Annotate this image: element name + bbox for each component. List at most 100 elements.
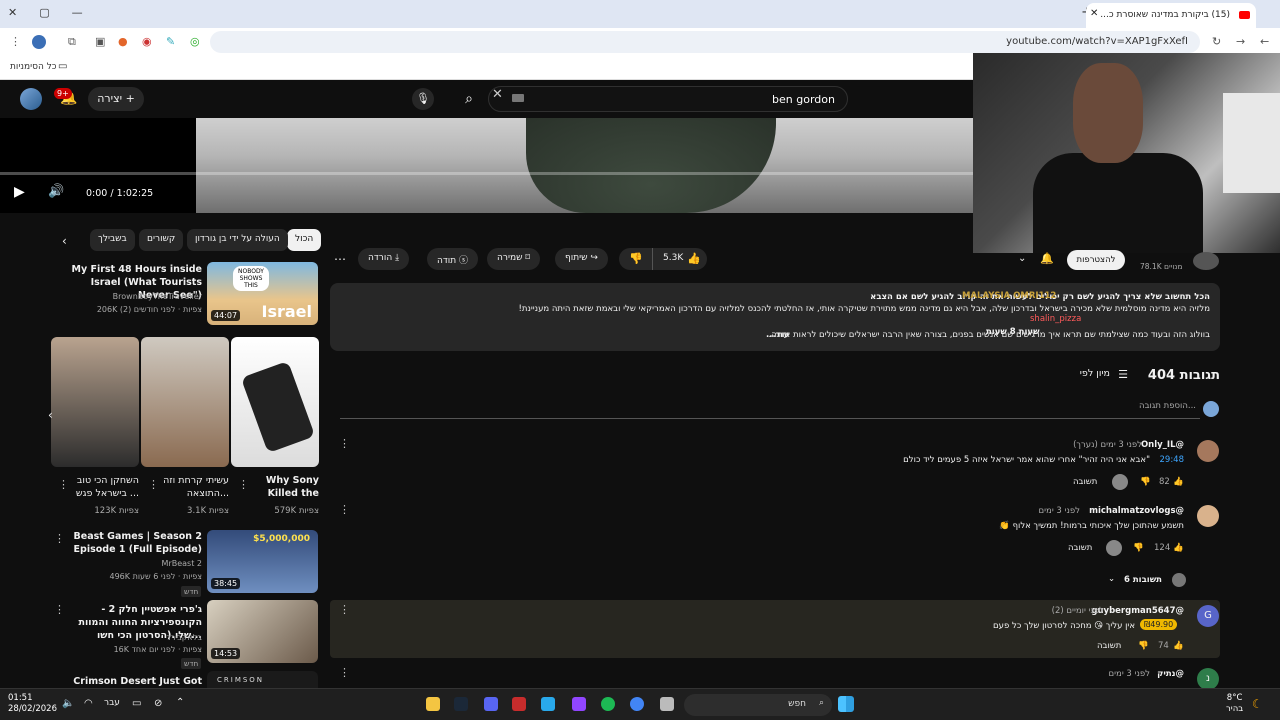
- avatar[interactable]: [20, 88, 42, 110]
- more-kebab-icon[interactable]: ⋮: [148, 478, 159, 491]
- subscribe-button[interactable]: להצטרפות: [1067, 250, 1125, 270]
- sort-by-button[interactable]: מיון לפי: [1080, 368, 1110, 379]
- extensions-icon[interactable]: ⧉: [68, 35, 76, 49]
- comment-author[interactable]: @michalmatzovlogs: [1089, 506, 1184, 516]
- search-icon[interactable]: ⌕: [452, 86, 486, 112]
- browser-tab[interactable]: (15) ביקורת במדינה שאוסרת כ... ✕: [1086, 3, 1256, 28]
- short-title[interactable]: עשיתי קרחת וזה התוצאה...: [162, 474, 229, 500]
- show-more-link[interactable]: ...עוד: [766, 330, 789, 340]
- battery-icon[interactable]: ▭: [132, 698, 141, 709]
- weather-widget[interactable]: 8°C בהיר: [1226, 693, 1243, 715]
- video-title[interactable]: Beast Games | Season 2 Episode 1 (Full E…: [70, 530, 202, 556]
- chevron-left-icon[interactable]: ‹: [48, 408, 53, 422]
- channel-avatar[interactable]: [1193, 252, 1219, 270]
- more-kebab-icon[interactable]: ⋮: [238, 478, 249, 491]
- search-input[interactable]: ben gordon: [488, 86, 848, 112]
- share-button[interactable]: שיתוף ↪: [555, 248, 608, 270]
- more-kebab-icon[interactable]: ⋮: [58, 478, 69, 491]
- extension-icon[interactable]: ◉: [142, 35, 152, 48]
- save-button[interactable]: שמירה ⌑: [487, 248, 540, 270]
- video-channel[interactable]: MrBeast 2: [70, 559, 202, 568]
- language-indicator[interactable]: עבר: [104, 698, 120, 708]
- thanks-button[interactable]: תודה ⓢ: [427, 248, 479, 270]
- minimize-window-icon[interactable]: —: [72, 6, 83, 19]
- view-replies-button[interactable]: 6 תשובות: [1124, 575, 1162, 585]
- like-icon[interactable]: 👍: [687, 252, 701, 265]
- like-icon[interactable]: 👍: [1173, 641, 1184, 651]
- reload-icon[interactable]: ↻: [1212, 35, 1221, 48]
- twitch-icon[interactable]: [572, 697, 586, 711]
- video-thumbnail[interactable]: Israel NOBODY SHOWS THIS 44:07: [207, 262, 318, 325]
- spotify-icon[interactable]: [601, 697, 615, 711]
- app-icon[interactable]: [512, 697, 526, 711]
- comment-timestamp-link[interactable]: 29:48: [1160, 455, 1185, 465]
- windows-start-icon[interactable]: [838, 696, 854, 712]
- taskbar-search[interactable]: חפש ⌕: [684, 694, 832, 716]
- extension-icon[interactable]: ▣: [95, 35, 105, 48]
- comment-author[interactable]: @guybergman5647: [1091, 606, 1184, 616]
- video-thumbnail[interactable]: 14:53: [207, 600, 318, 663]
- chevron-down-icon[interactable]: ⌄: [1018, 253, 1026, 264]
- video-thumbnail[interactable]: CRIMSON: [207, 671, 318, 688]
- like-count[interactable]: 5.3K: [663, 253, 683, 263]
- more-kebab-icon[interactable]: ⋮: [339, 503, 350, 516]
- short-thumbnail[interactable]: [141, 337, 229, 467]
- chip-for-you[interactable]: בשבילך: [90, 229, 135, 251]
- notes-app-icon[interactable]: [426, 697, 440, 711]
- more-actions-icon[interactable]: ⋯: [334, 252, 346, 266]
- avatar[interactable]: [1197, 505, 1219, 527]
- extension-icon[interactable]: ●: [118, 35, 128, 48]
- avatar[interactable]: G: [1197, 605, 1219, 627]
- dislike-icon[interactable]: 👎: [1140, 477, 1151, 487]
- chip-related[interactable]: קשורים: [139, 229, 184, 251]
- create-button[interactable]: יצירה +: [88, 87, 144, 111]
- video-player[interactable]: ▶ 🔊 0:00 / 1:02:25: [0, 118, 973, 213]
- more-kebab-icon[interactable]: ⋮: [54, 532, 65, 545]
- more-kebab-icon[interactable]: ⋮: [339, 437, 350, 450]
- all-bookmarks-label[interactable]: כל הסימניות: [10, 62, 57, 72]
- short-title[interactable]: השחקן הכי טוב בישראל פגש ...: [72, 474, 139, 500]
- reply-button[interactable]: תשובה: [1073, 477, 1097, 487]
- like-icon[interactable]: 👍: [1173, 477, 1184, 487]
- chevron-up-icon[interactable]: ⌃: [176, 697, 184, 708]
- comment-author[interactable]: @נתיק: [1157, 669, 1184, 679]
- chip-all[interactable]: הכול: [287, 229, 322, 251]
- chip-uploaded-by[interactable]: העולה על ידי בן גורדון: [187, 229, 288, 251]
- comment-author[interactable]: @Only_IL: [1141, 440, 1184, 450]
- avatar[interactable]: [1197, 440, 1219, 462]
- close-tab-icon[interactable]: ✕: [1090, 8, 1098, 19]
- dislike-icon[interactable]: 👎: [1138, 641, 1149, 651]
- steam-icon[interactable]: [454, 697, 468, 711]
- short-thumbnail[interactable]: [231, 337, 319, 467]
- keyboard-icon[interactable]: [512, 94, 524, 102]
- description-box[interactable]: הכל תחשוב שלא צריך להגיע לשם רק יכולים ל…: [330, 283, 1220, 351]
- short-thumbnail[interactable]: [51, 337, 139, 467]
- extension-icon[interactable]: ◎: [190, 35, 200, 48]
- more-kebab-icon[interactable]: ⋮: [54, 603, 65, 616]
- clock[interactable]: 01:51 28/02/2026: [8, 693, 57, 715]
- video-channel[interactable]: בלאקבירד: [70, 633, 203, 642]
- profile-icon[interactable]: [32, 35, 46, 49]
- voice-search-mic-icon[interactable]: 🎙: [412, 88, 434, 110]
- chrome-icon[interactable]: [630, 697, 644, 711]
- chevron-left-icon[interactable]: ‹: [62, 234, 67, 248]
- reply-button[interactable]: תשובה: [1097, 641, 1121, 651]
- reply-button[interactable]: תשובה: [1068, 543, 1092, 553]
- discord-icon[interactable]: [484, 697, 498, 711]
- maximize-window-icon[interactable]: ▢: [39, 6, 49, 19]
- address-bar[interactable]: youtube.com/watch?v=XAP1gFxXefI: [210, 31, 1200, 53]
- volume-icon[interactable]: 🔊: [48, 184, 64, 199]
- extension-icon[interactable]: ✎: [166, 35, 175, 48]
- dislike-icon[interactable]: 👎: [1133, 543, 1144, 553]
- menu-kebab-icon[interactable]: ⋮: [10, 35, 21, 48]
- more-kebab-icon[interactable]: ⋮: [339, 603, 350, 616]
- wifi-icon[interactable]: ◠: [84, 698, 93, 709]
- video-title[interactable]: Crimson Desert Just Got: [70, 675, 202, 688]
- close-window-icon[interactable]: ✕: [8, 6, 17, 19]
- like-icon[interactable]: 👍: [1173, 543, 1184, 553]
- sort-icon[interactable]: ☰: [1118, 368, 1128, 381]
- download-button[interactable]: הורדה ⤓: [358, 248, 410, 270]
- clear-search-icon[interactable]: ✕: [492, 87, 503, 102]
- file-explorer-icon[interactable]: [660, 697, 674, 711]
- video-thumbnail[interactable]: $5,000,000 38:45: [207, 530, 318, 593]
